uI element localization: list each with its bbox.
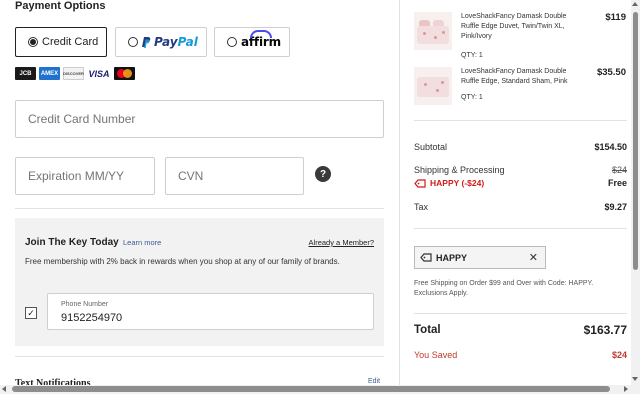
join-title: Join The Key Today [25,237,119,248]
scroll-down-arrow-icon[interactable] [632,377,638,381]
order-item: LoveShackFancy Damask Double Ruffle Edge… [414,67,627,107]
phone-number-value: 9152254970 [61,312,123,324]
shipping-label: Shipping & Processing [414,165,505,175]
radio-unselected-icon [128,37,138,47]
mastercard-orange-circle [123,69,132,78]
scroll-left-arrow-icon[interactable] [2,386,6,392]
order-summary: LoveShackFancy Damask Double Ruffle Edge… [401,0,631,385]
divider [15,356,384,357]
total-label: Total [414,324,441,336]
floral-dot [423,32,426,35]
shipping-value: Free [607,178,627,188]
join-checkbox[interactable]: ✓ [25,307,37,319]
floral-dot [436,89,439,92]
subtotal-label: Subtotal [414,142,448,152]
you-saved-label: You Saved [414,350,458,360]
product-thumbnail [414,12,452,50]
affirm-logo: affirm [241,30,281,49]
radio-unselected-icon [227,37,237,47]
checkmark-icon: ✓ [27,307,35,318]
phone-number-label: Phone Number [61,301,109,308]
join-the-key-panel: Join The Key Today Learn more Already a … [15,218,384,346]
order-item: LoveShackFancy Damask Double Ruffle Edge… [414,12,627,59]
discover-logo: DISCOVER [63,67,84,80]
divider [414,120,627,121]
learn-more-link[interactable]: Learn more [123,238,161,247]
affirm-option[interactable]: affirm [214,27,290,57]
free-shipping-note: Free Shipping on Order $99 and Over with… [414,280,594,297]
item-qty: QTY: 1 [461,52,483,59]
coupon-code: HAPPY [436,252,468,263]
mastercard-logo [114,67,135,80]
scroll-up-arrow-icon[interactable] [632,2,638,6]
credit-card-option[interactable]: Credit Card [15,27,107,57]
divider [414,228,627,229]
cvn-input[interactable]: CVN [165,157,304,195]
credit-card-number-input[interactable]: Credit Card Number [15,100,384,138]
credit-card-option-label: Credit Card [42,36,99,48]
subtotal-value: $154.50 [594,142,627,152]
item-name: LoveShackFancy Damask Double Ruffle Edge… [461,13,567,40]
shipping-original-price: $24 [611,165,627,175]
radio-selected-icon [28,37,38,47]
promo-label: HAPPY (-$24) [430,178,485,188]
horizontal-scroll-thumb[interactable] [12,386,610,392]
divider [15,208,384,209]
payment-options-title: Payment Options [15,0,106,12]
vertical-scroll-thumb[interactable] [633,12,638,270]
total-value: $163.77 [583,323,627,337]
floral-dot [442,31,445,34]
item-price: $35.50 [596,67,626,78]
floral-dot [424,83,427,86]
amex-logo: AMEX [39,67,60,80]
item-name: LoveShackFancy Damask Double Ruffle Edge… [461,68,568,85]
paypal-logo-icon [142,36,151,48]
tax-value: $9.27 [604,202,627,212]
promo-applied: HAPPY (-$24) [414,178,484,188]
tag-icon [414,178,426,188]
accepted-cards: JCB AMEX DISCOVER VISA [15,67,135,80]
tag-icon [420,253,432,262]
paypal-logo-pal: Pal [177,35,198,49]
paypal-logo-pay: Pay [154,35,178,49]
item-qty: QTY: 1 [461,94,483,101]
floral-dot [441,81,444,84]
affirm-arc-icon [250,30,272,38]
product-thumbnail [414,67,452,105]
you-saved-value: $24 [611,350,627,360]
visa-logo: VISA [87,67,111,80]
scroll-right-arrow-icon[interactable] [624,386,628,392]
divider [414,313,627,314]
item-price: $119 [605,12,626,23]
payment-section: Payment Options Credit Card Pay Pal affir… [0,0,400,394]
sham-shape [417,77,449,97]
edit-link[interactable]: Edit [368,378,380,385]
remove-coupon-icon[interactable]: ✕ [529,251,538,264]
cvn-placeholder: CVN [178,169,204,183]
expiration-input[interactable]: Expiration MM/YY [15,157,155,195]
applied-coupon-chip: HAPPY ✕ [414,246,546,269]
floral-dot [434,36,437,39]
credit-card-number-placeholder: Credit Card Number [28,112,136,126]
bed-shape [417,26,449,44]
help-question-icon[interactable]: ? [315,166,331,182]
tax-label: Tax [414,202,429,212]
expiration-placeholder: Expiration MM/YY [28,169,125,183]
phone-number-field[interactable]: Phone Number 9152254970 [47,293,374,330]
already-member-link[interactable]: Already a Member? [309,238,374,247]
jcb-logo: JCB [15,67,36,80]
paypal-option[interactable]: Pay Pal [115,27,207,57]
join-description: Free membership with 2% back in rewards … [25,257,340,266]
